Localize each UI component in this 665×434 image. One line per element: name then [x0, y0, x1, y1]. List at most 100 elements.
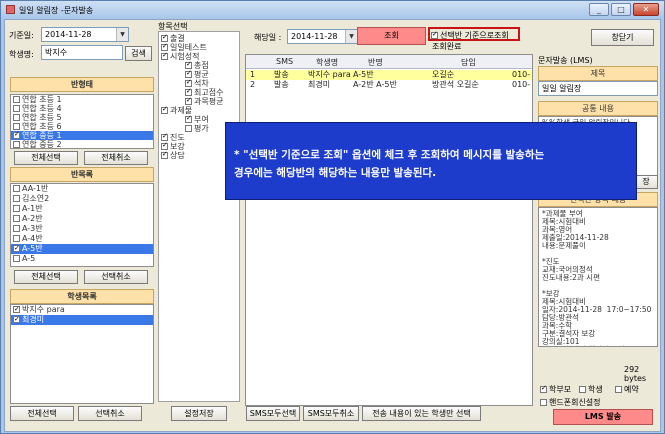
- close-window-button[interactable]: ✕: [633, 3, 659, 16]
- checkbox-icon[interactable]: [615, 386, 622, 393]
- chevron-down-icon[interactable]: ▼: [116, 28, 128, 41]
- query-button[interactable]: 조회: [357, 27, 426, 45]
- selected-content-textarea[interactable]: *과제물 부여 제목:시험대비 과목:영어 제출일:2014-11-28 내용:…: [538, 207, 658, 347]
- student-search-input[interactable]: 박지수: [41, 45, 123, 60]
- base-class-checkbox[interactable]: 선택반 기준으로조회: [431, 30, 509, 41]
- checkbox-icon[interactable]: [13, 305, 20, 314]
- category-item[interactable]: 총점: [159, 60, 239, 70]
- checkbox-icon[interactable]: [13, 141, 20, 148]
- checkbox-icon[interactable]: [579, 386, 586, 393]
- checkbox-icon[interactable]: [161, 141, 168, 150]
- sms-all-cancel-button[interactable]: SMS모두취소: [303, 406, 359, 421]
- checkbox-icon[interactable]: [161, 150, 168, 159]
- category-item[interactable]: 시험성적: [159, 51, 239, 61]
- classlist-select-all-button[interactable]: 전체선택: [14, 270, 78, 284]
- student-list[interactable]: 박지수 para최경미: [10, 304, 154, 404]
- category-item[interactable]: 출결: [159, 33, 239, 43]
- class-select-all-button[interactable]: 전체선택: [14, 151, 78, 165]
- student-grid[interactable]: SMS 학생명 반명 담임 1 발송 박지수 para A-5반 오길순 010- 2 발송 최…: [245, 54, 533, 406]
- category-tree[interactable]: 출결일일테스트시험성적총점평균석차최고점수과목평균과제물부여평가진도보강상담: [158, 31, 240, 402]
- list-item[interactable]: 최경미: [11, 314, 153, 325]
- lms-send-button[interactable]: LMS 발송: [553, 409, 653, 425]
- checkbox-icon[interactable]: [161, 132, 168, 141]
- checkbox-icon[interactable]: [13, 114, 20, 121]
- checkbox-icon[interactable]: [13, 105, 20, 112]
- list-item[interactable]: 연합 중등 2: [11, 140, 153, 148]
- checkbox-icon[interactable]: [161, 51, 168, 60]
- list-item[interactable]: A-5: [11, 254, 153, 264]
- category-item[interactable]: 일일테스트: [159, 42, 239, 52]
- list-item[interactable]: 연합 초등 1: [11, 95, 153, 104]
- category-item[interactable]: 과제물: [159, 105, 239, 115]
- student-checkbox[interactable]: 학생: [579, 384, 603, 395]
- checkbox-icon[interactable]: [13, 314, 20, 324]
- list-item[interactable]: A-2반: [11, 214, 153, 224]
- reserve-checkbox[interactable]: 예약: [615, 384, 639, 395]
- list-item[interactable]: A-1반: [11, 204, 153, 214]
- window-title: 일일 알림장 -문자발송: [19, 6, 94, 15]
- checkbox-icon[interactable]: [13, 255, 20, 262]
- category-item[interactable]: 평균: [159, 69, 239, 79]
- category-item[interactable]: 최고점수: [159, 87, 239, 97]
- list-item[interactable]: 박지수 para: [11, 305, 153, 315]
- class-type-list[interactable]: 연합 초등 1연합 초등 4연합 초등 5연합 초등 6연합 중등 1연합 중등…: [10, 94, 154, 149]
- checkbox-icon[interactable]: [185, 125, 192, 132]
- checkbox-icon[interactable]: [185, 87, 192, 96]
- parent-checkbox[interactable]: 학부모: [540, 384, 571, 395]
- checkbox-icon[interactable]: [431, 30, 438, 39]
- checkbox-icon[interactable]: [161, 33, 168, 42]
- checkbox-icon[interactable]: [13, 96, 20, 103]
- select-with-content-button[interactable]: 전송 내용이 있는 학생만 선택: [362, 406, 481, 421]
- checkbox-icon[interactable]: [161, 105, 168, 114]
- category-item[interactable]: 과목평균: [159, 96, 239, 106]
- checkbox-icon[interactable]: [13, 205, 20, 212]
- chevron-down-icon[interactable]: ▼: [345, 30, 357, 43]
- sms-all-select-button[interactable]: SMS모두선택: [246, 406, 300, 421]
- table-row[interactable]: 2 발송 최경미 A-2반 A-5반 방관석 오길순 010-: [246, 80, 532, 90]
- checkbox-icon[interactable]: [540, 384, 547, 393]
- list-item[interactable]: A-4반: [11, 234, 153, 244]
- checkbox-icon[interactable]: [13, 195, 20, 202]
- minimize-button[interactable]: _: [589, 3, 609, 16]
- checkbox-icon[interactable]: [540, 399, 547, 406]
- close-button[interactable]: 창닫기: [591, 29, 654, 46]
- list-item[interactable]: A-5반: [11, 243, 153, 254]
- checkbox-icon[interactable]: [13, 235, 20, 242]
- table-row[interactable]: 1 발송 박지수 para A-5반 오길순 010-: [246, 70, 532, 80]
- common-content-apply-button[interactable]: 장: [634, 175, 658, 189]
- classlist-deselect-button[interactable]: 선택취소: [84, 270, 148, 284]
- search-button[interactable]: 검색: [125, 46, 152, 61]
- list-item[interactable]: 연합 초등 5: [11, 113, 153, 122]
- subject-input[interactable]: 일일 알림장: [538, 81, 658, 96]
- list-item[interactable]: AA-1반: [11, 184, 153, 194]
- student-deselect-button[interactable]: 선택취소: [78, 406, 142, 421]
- checkbox-icon[interactable]: [185, 69, 192, 78]
- date-dropdown[interactable]: 2014-11-28 ▼: [41, 27, 129, 42]
- list-item[interactable]: 연합 초등 4: [11, 104, 153, 113]
- phone-reply-checkbox[interactable]: 핸드폰회신설정: [540, 397, 601, 408]
- checkbox-icon[interactable]: [185, 96, 192, 105]
- checkbox-icon[interactable]: [13, 123, 20, 130]
- checkbox-icon[interactable]: [185, 114, 192, 123]
- list-item[interactable]: 연합 초등 6: [11, 122, 153, 131]
- student-select-all-button[interactable]: 전체선택: [10, 406, 74, 421]
- checkbox-icon[interactable]: [13, 130, 20, 139]
- checkbox-icon[interactable]: [185, 78, 192, 87]
- checkbox-icon[interactable]: [13, 225, 20, 232]
- category-item[interactable]: 석차: [159, 78, 239, 88]
- query-date-dropdown[interactable]: 2014-11-28 ▼: [287, 29, 358, 44]
- save-settings-button[interactable]: 설정저장: [171, 406, 227, 421]
- checkbox-icon[interactable]: [13, 215, 20, 222]
- title-bar[interactable]: 일일 알림장 -문자발송 _ □ ✕: [1, 1, 664, 19]
- checkbox-icon[interactable]: [161, 42, 168, 51]
- checkbox-icon[interactable]: [13, 185, 20, 192]
- class-list[interactable]: AA-1반김소연2A-1반A-2반A-3반A-4반A-5반A-5: [10, 183, 154, 267]
- list-item[interactable]: 연합 중등 1: [11, 130, 153, 140]
- class-deselect-all-button[interactable]: 전체취소: [84, 151, 148, 165]
- list-item[interactable]: 김소연2: [11, 194, 153, 204]
- checkbox-icon[interactable]: [13, 243, 20, 253]
- maximize-button[interactable]: □: [611, 3, 631, 16]
- list-item[interactable]: A-3반: [11, 224, 153, 234]
- checkbox-icon[interactable]: [185, 60, 192, 69]
- grid-header-teacher: 담임: [461, 58, 476, 67]
